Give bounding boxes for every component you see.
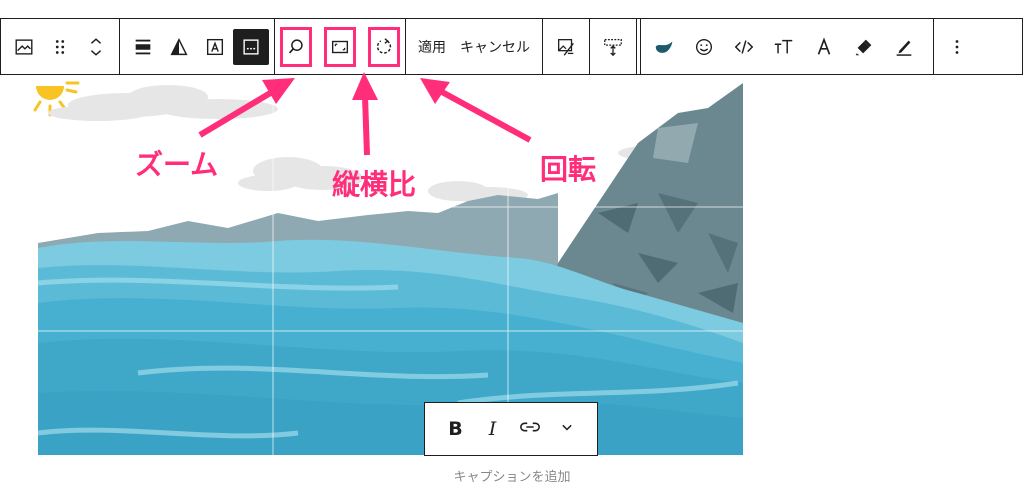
link-button[interactable] <box>514 416 546 443</box>
caption-placeholder[interactable]: キャプションを追加 <box>0 466 1024 485</box>
bold-button[interactable]: B <box>440 418 472 440</box>
more-formats-button[interactable] <box>551 417 583 442</box>
inline-format-toolbar: B I <box>424 402 598 456</box>
italic-button[interactable]: I <box>477 418 509 440</box>
zoom-annotation: ズーム <box>135 148 219 181</box>
aspect-ratio-annotation: 縦横比 <box>332 168 417 201</box>
rotate-annotation: 回転 <box>540 153 597 186</box>
chevron-down-icon <box>561 424 572 431</box>
link-icon <box>519 422 540 431</box>
